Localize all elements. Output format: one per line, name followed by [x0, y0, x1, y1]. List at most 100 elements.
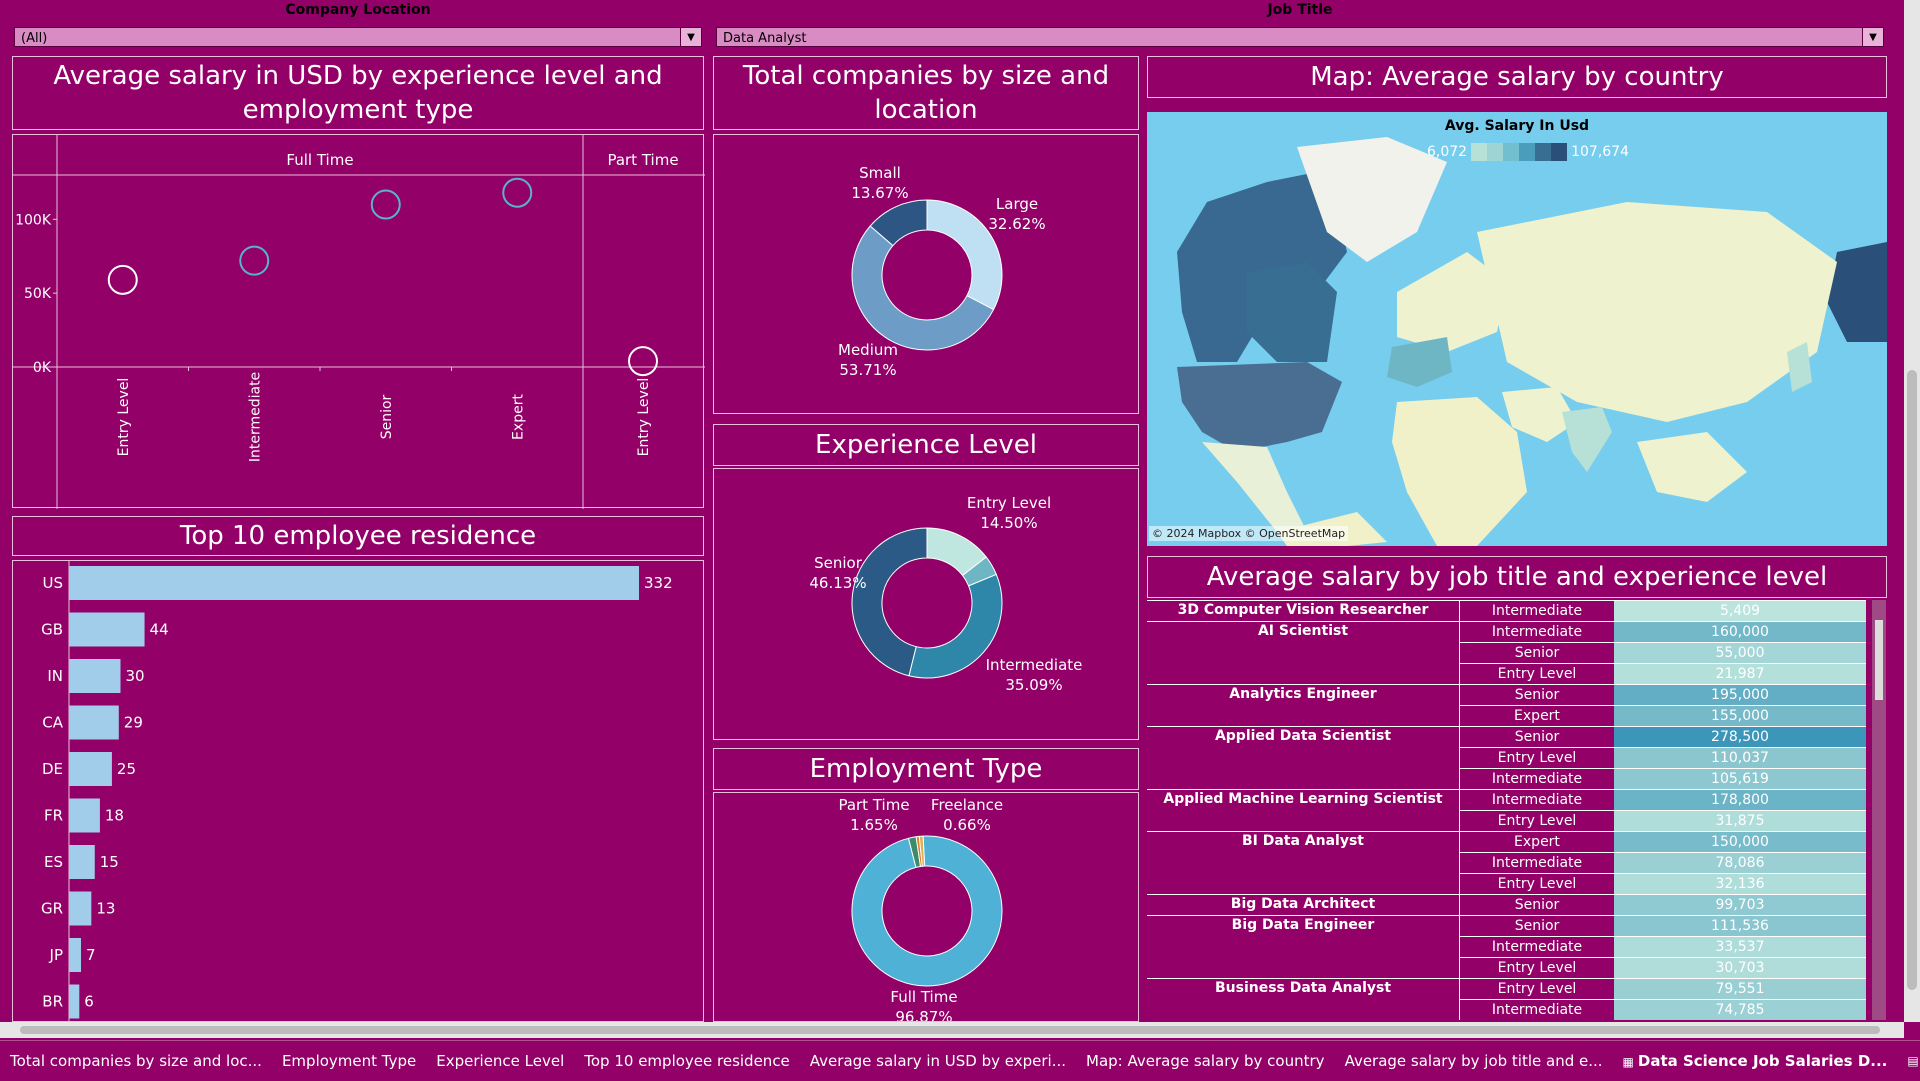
- scatter-point: [628, 346, 658, 377]
- job-title-cell: [1147, 852, 1459, 873]
- bar: [69, 984, 80, 1019]
- table-row[interactable]: Expert 155,000: [1147, 705, 1872, 726]
- sheet-tab-bar: Total companies by size and loc... Emplo…: [0, 1040, 1920, 1081]
- tab-avg-salary[interactable]: Average salary in USD by experi...: [800, 1052, 1076, 1070]
- experience-level-cell: Entry Level: [1459, 978, 1614, 999]
- tab-jobtitle-salary[interactable]: Average salary by job title and e...: [1335, 1052, 1613, 1070]
- table-row[interactable]: Entry Level 110,037: [1147, 747, 1872, 768]
- page-scrollbar-thumb[interactable]: [1907, 370, 1917, 990]
- job-title-cell: 3D Computer Vision Researcher: [1177, 602, 1429, 618]
- bar-category-label: JP: [49, 946, 63, 964]
- salary-cell: 55,000: [1614, 642, 1866, 663]
- experience-level-cell: Senior: [1459, 894, 1614, 915]
- map-legend-swatches: [1471, 143, 1568, 161]
- tab-dashboard[interactable]: ▦ Data Science Job Salaries D...: [1613, 1052, 1898, 1070]
- avg-salary-scatter-panel: Full Time Part Time 0K 50K 100K Entry Level In…: [12, 134, 705, 509]
- experience-level-cell: Senior: [1459, 915, 1614, 936]
- scatter-y-tick-label: 50K: [24, 286, 52, 302]
- job-title-cell: [1147, 705, 1459, 726]
- world-map: [1177, 137, 1887, 546]
- table-row[interactable]: Intermediate 78,086: [1147, 852, 1872, 873]
- freelance-slice-label: Freelance 0.66%: [930, 796, 1004, 834]
- large-slice-label: Large 32.62%: [988, 195, 1046, 233]
- salary-cell: 99,703: [1614, 894, 1866, 915]
- table-row[interactable]: Entry Level 30,703: [1147, 957, 1872, 978]
- horizontal-scrollbar-thumb[interactable]: [20, 1026, 1880, 1034]
- small-slice-label: Small 13.67%: [851, 164, 909, 202]
- experience-level-cell: Entry Level: [1459, 663, 1614, 684]
- salary-cell: 178,800: [1614, 789, 1866, 810]
- salary-cell: 105,619: [1614, 768, 1866, 789]
- experience-level-cell: Intermediate: [1459, 789, 1614, 810]
- table-row[interactable]: 3D Computer Vision Researcher Intermediat…: [1147, 600, 1872, 621]
- salary-map[interactable]: Avg. Salary In Usd 6,072 107,674 © 2024 …: [1147, 112, 1887, 546]
- experience-level-cell: Expert: [1459, 831, 1614, 852]
- company-location-filter[interactable]: (All) ▼: [14, 27, 702, 47]
- bar: [69, 798, 100, 833]
- table-row[interactable]: Intermediate 105,619: [1147, 768, 1872, 789]
- table-row[interactable]: Business Data Analyst Entry Level 79,551: [1147, 978, 1872, 999]
- job-title-cell: Big Data Architect: [1230, 896, 1376, 912]
- tab-top10-residence[interactable]: Top 10 employee residence: [574, 1052, 800, 1070]
- bar: [69, 659, 121, 693]
- job-title-cell: [1147, 642, 1459, 663]
- bar: [69, 752, 112, 786]
- table-row[interactable]: Big Data Architect Senior 99,703: [1147, 894, 1872, 915]
- table-row[interactable]: Intermediate 33,537: [1147, 936, 1872, 957]
- map-region-africa: [1392, 397, 1527, 546]
- bar-category-label: BR: [42, 993, 63, 1011]
- page-scrollbar[interactable]: [1904, 0, 1920, 1022]
- bar: [69, 566, 639, 600]
- salary-cell: 5,409: [1614, 600, 1866, 621]
- table-scrollbar[interactable]: [1872, 600, 1886, 1020]
- table-row[interactable]: Applied Machine Learning Scientist Interm…: [1147, 789, 1872, 810]
- job-title-filter-value: Data Analyst: [723, 31, 807, 46]
- tab-employment-type[interactable]: Employment Type: [272, 1052, 426, 1070]
- bar: [69, 845, 95, 879]
- bar-category-label: ES: [44, 853, 63, 871]
- chevron-down-icon[interactable]: ▼: [680, 28, 701, 46]
- scatter-x-tick-label: Senior: [379, 394, 395, 439]
- table-row[interactable]: Analytics Engineer Senior 195,000: [1147, 684, 1872, 705]
- job-title-filter-label: Job Title: [1267, 2, 1333, 18]
- salary-cell: 278,500: [1614, 726, 1866, 747]
- table-row[interactable]: Big Data Engineer Senior 111,536: [1147, 915, 1872, 936]
- table-row[interactable]: Applied Data Scientist Senior 278,500: [1147, 726, 1872, 747]
- tab-map[interactable]: Map: Average salary by country: [1076, 1052, 1335, 1070]
- medium-slice-label: Medium 53.71%: [838, 341, 898, 379]
- horizontal-scrollbar[interactable]: [0, 1022, 1904, 1038]
- top10-bar-chart: US 332 GB 44 IN 30 CA 29 DE 25 FR 18 ES 15 GR 13 JP 7 BR 6: [41, 561, 673, 1023]
- scatter-point: [239, 245, 270, 276]
- bar-value-label: 30: [126, 667, 145, 685]
- tab-companies-size[interactable]: Total companies by size and loc...: [0, 1052, 272, 1070]
- bar-value-label: 13: [96, 900, 115, 918]
- layout-icon[interactable]: ▤ ■ ◂: [1897, 1054, 1920, 1068]
- map-region-alaska: [1827, 242, 1887, 342]
- jobtitle-table: 3D Computer Vision Researcher Intermediat…: [1147, 600, 1887, 1022]
- table-row[interactable]: Entry Level 32,136: [1147, 873, 1872, 894]
- job-title-cell: [1147, 999, 1459, 1020]
- experience-level-cell: Entry Level: [1459, 810, 1614, 831]
- salary-cell: 78,086: [1614, 852, 1866, 873]
- job-title-cell: Analytics Engineer: [1229, 686, 1377, 702]
- table-row[interactable]: Entry Level 31,875: [1147, 810, 1872, 831]
- table-row[interactable]: Intermediate 74,785: [1147, 999, 1872, 1020]
- chevron-down-icon[interactable]: ▼: [1862, 28, 1883, 46]
- table-row[interactable]: AI Scientist Intermediate 160,000: [1147, 621, 1872, 642]
- table-row[interactable]: BI Data Analyst Expert 150,000: [1147, 831, 1872, 852]
- scatter-point: [502, 177, 533, 208]
- job-title-filter[interactable]: Data Analyst ▼: [716, 27, 1884, 47]
- avg-salary-scatter-chart: Full Time Part Time 0K 50K 100K Entry Level In…: [13, 135, 705, 509]
- entry-level-slice-label: Entry Level 14.50%: [966, 494, 1052, 532]
- map-region-india: [1562, 407, 1612, 472]
- bar: [69, 938, 82, 972]
- tab-experience-level[interactable]: Experience Level: [426, 1052, 574, 1070]
- table-scrollbar-thumb[interactable]: [1875, 620, 1883, 700]
- map-legend-swatch: [1519, 143, 1536, 161]
- map-attribution[interactable]: © 2024 Mapbox © OpenStreetMap: [1149, 526, 1349, 541]
- job-title-cell: [1147, 768, 1459, 789]
- table-row[interactable]: Senior 55,000: [1147, 642, 1872, 663]
- salary-cell: 32,136: [1614, 873, 1866, 894]
- experience-level-cell: Senior: [1459, 726, 1614, 747]
- table-row[interactable]: Entry Level 21,987: [1147, 663, 1872, 684]
